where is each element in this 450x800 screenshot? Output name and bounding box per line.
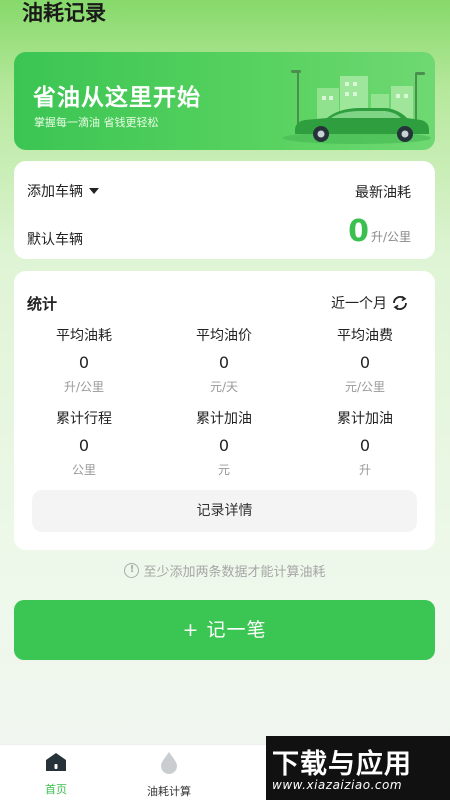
stat-label: 累计加油 — [196, 411, 252, 427]
banner-subtitle: 掌握每一滴油 省钱更轻松 — [34, 116, 159, 129]
latest-consumption: 0 升/公里 — [348, 215, 411, 249]
stat-value: 0 — [359, 436, 371, 455]
default-vehicle-label: 默认车辆 — [27, 232, 83, 248]
add-vehicle-label: 添加车辆 — [27, 184, 83, 200]
add-record-button[interactable]: + 记一笔 — [14, 600, 435, 660]
stat-unit: 升 — [358, 463, 371, 477]
hint-text: 至少添加两条数据才能计算油耗 — [143, 565, 326, 580]
stat-value: 0 — [78, 436, 90, 455]
info-icon: ! — [124, 563, 140, 578]
stat-label: 平均油耗 — [56, 328, 112, 344]
vehicle-card: 添加车辆 最新油耗 默认车辆 0 升/公里 — [14, 161, 435, 259]
refresh-icon — [393, 295, 407, 311]
stat-unit: 升/公里 — [63, 380, 105, 394]
latest-consumption-label: 最新油耗 — [355, 185, 411, 201]
stat-total-distance: 累计行程 0 公里 — [14, 408, 154, 478]
period-selector[interactable]: 近一个月 — [331, 293, 409, 313]
home-icon — [46, 753, 66, 771]
promo-banner[interactable]: 省油从这里开始 掌握每一滴油 省钱更轻松 — [14, 52, 435, 150]
period-label: 近一个月 — [331, 296, 387, 312]
stat-unit: 公里 — [71, 463, 96, 477]
hint-message: ! 至少添加两条数据才能计算油耗 — [0, 561, 450, 580]
tab-home-label: 首页 — [45, 783, 67, 796]
banner-title: 省油从这里开始 — [33, 85, 201, 111]
tab-home[interactable]: 首页 — [16, 751, 96, 797]
stat-value: 0 — [218, 436, 230, 455]
consumption-value: 0 — [348, 214, 369, 249]
tab-fuel-calc[interactable]: 油耗计算 — [129, 751, 209, 799]
stats-title: 统计 — [27, 295, 58, 313]
stat-avg-price: 平均油价 0 元/天 — [154, 325, 294, 395]
stat-label: 平均油费 — [337, 328, 393, 344]
tab-fuel-calc-label: 油耗计算 — [147, 785, 191, 798]
stat-avg-cost: 平均油费 0 元/公里 — [295, 325, 435, 395]
stat-total-fuel-cost: 累计加油 0 元 — [154, 408, 294, 478]
droplet-icon — [161, 752, 177, 774]
watermark-url: www.xiazaiziao.com — [272, 778, 403, 792]
watermark: 下载与应用 www.xiazaiziao.com — [266, 736, 450, 800]
stat-total-fuel-volume: 累计加油 0 升 — [295, 408, 435, 478]
consumption-unit: 升/公里 — [370, 230, 411, 244]
stat-unit: 元/天 — [209, 380, 239, 394]
page-title: 油耗记录 — [22, 1, 106, 25]
stat-value: 0 — [78, 353, 90, 372]
watermark-title: 下载与应用 — [272, 749, 412, 780]
stat-avg-consumption: 平均油耗 0 升/公里 — [14, 325, 154, 395]
car-city-illustration — [283, 70, 431, 144]
stat-unit: 元/公里 — [344, 380, 386, 394]
add-vehicle-dropdown[interactable]: 添加车辆 — [27, 181, 99, 201]
stat-value: 0 — [218, 353, 230, 372]
caret-down-icon — [89, 188, 99, 194]
stat-label: 累计行程 — [56, 411, 112, 427]
stat-label: 平均油价 — [196, 328, 252, 344]
stats-card: 统计 近一个月 平均油耗 0 升/公里 平均油价 0 元/天 平均油费 0 元/… — [14, 271, 435, 550]
stat-value: 0 — [359, 353, 371, 372]
stat-unit: 元 — [217, 463, 230, 477]
record-details-button[interactable]: 记录详情 — [32, 490, 417, 532]
stat-label: 累计加油 — [337, 411, 393, 427]
